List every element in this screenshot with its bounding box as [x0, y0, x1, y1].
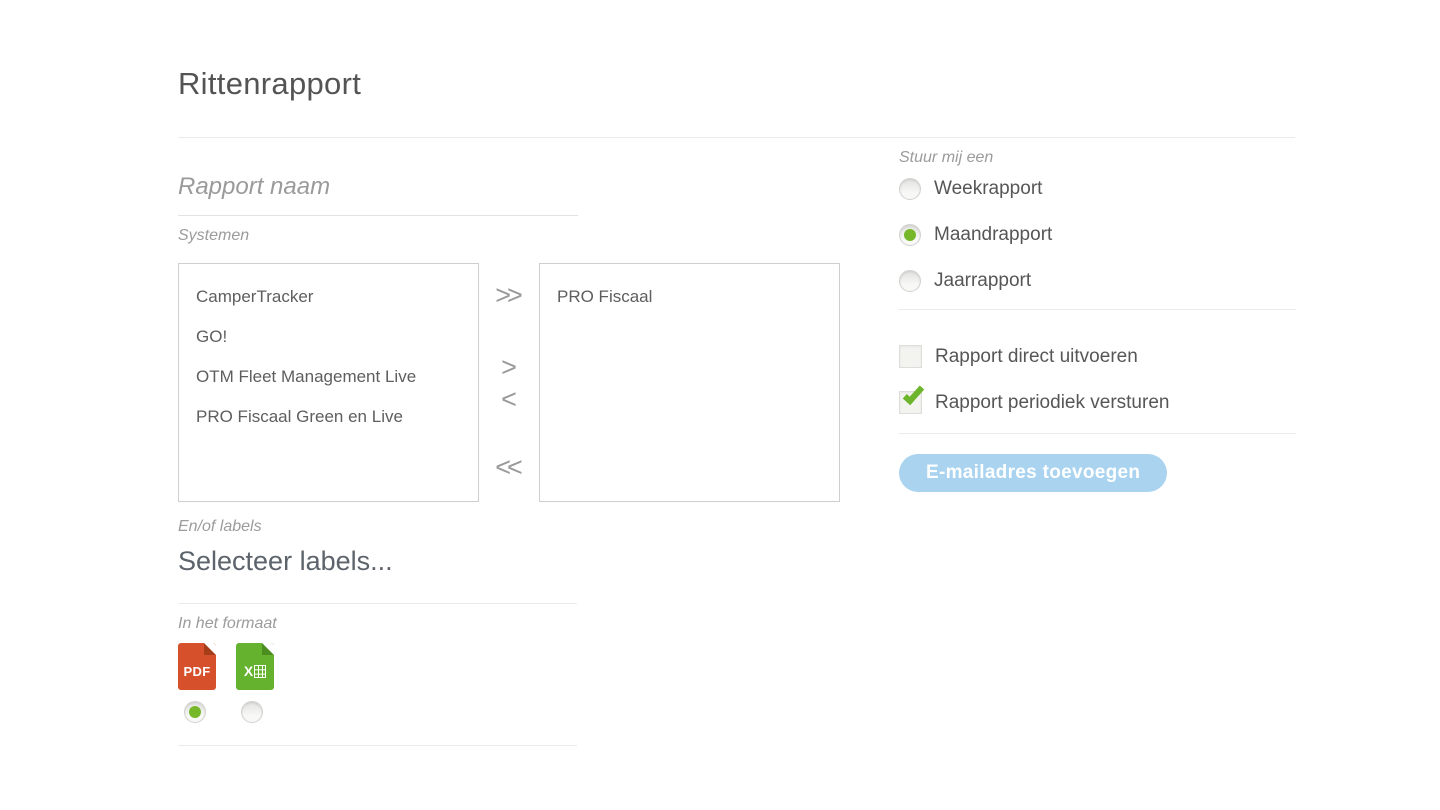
pdf-file-icon[interactable]: PDF	[178, 643, 216, 690]
checkbox-row-periodiek-versturen[interactable]: Rapport periodiek versturen	[899, 391, 1169, 414]
add-email-button[interactable]: E-mailadres toevoegen	[899, 454, 1167, 492]
list-item[interactable]: OTM Fleet Management Live	[179, 357, 478, 397]
available-systems-list[interactable]: CamperTracker GO! OTM Fleet Management L…	[178, 263, 479, 502]
pdf-badge-text: PDF	[184, 664, 211, 679]
radio-label: Jaarrapport	[934, 270, 1031, 292]
divider	[178, 745, 577, 746]
list-item[interactable]: CamperTracker	[179, 277, 478, 317]
labels-select-dropdown[interactable]: Selecteer labels...	[178, 546, 393, 577]
move-right-button[interactable]: >	[480, 352, 538, 383]
radio-row-weekrapport[interactable]: Weekrapport	[899, 178, 1042, 200]
divider	[178, 603, 577, 604]
move-left-button[interactable]: <	[480, 384, 538, 415]
spreadsheet-grid-icon	[254, 665, 266, 678]
checkmark-icon	[903, 383, 924, 405]
excel-file-icon[interactable]: X	[236, 643, 274, 690]
move-all-right-button[interactable]: >>	[480, 280, 538, 311]
radio-label: Maandrapport	[934, 224, 1052, 246]
divider	[178, 137, 1295, 138]
selected-systems-list[interactable]: PRO Fiscaal	[539, 263, 840, 502]
radio-maandrapport[interactable]	[899, 224, 921, 246]
schedule-label: Stuur mij een	[899, 149, 993, 167]
divider	[899, 309, 1296, 310]
format-radio-excel[interactable]	[241, 701, 263, 723]
excel-glyph: X	[244, 664, 266, 678]
radio-row-maandrapport[interactable]: Maandrapport	[899, 224, 1052, 246]
divider	[899, 433, 1296, 434]
page-title: Rittenrapport	[178, 66, 361, 102]
checkbox-row-direct-uitvoeren[interactable]: Rapport direct uitvoeren	[899, 345, 1138, 368]
list-item[interactable]: GO!	[179, 317, 478, 357]
checkbox-direct-uitvoeren[interactable]	[899, 345, 922, 368]
report-name-input[interactable]	[178, 158, 578, 216]
checkbox-label: Rapport periodiek versturen	[935, 392, 1169, 414]
systems-label: Systemen	[178, 227, 249, 245]
radio-row-jaarrapport[interactable]: Jaarrapport	[899, 270, 1031, 292]
radio-weekrapport[interactable]	[899, 178, 921, 200]
format-radio-pdf[interactable]	[184, 701, 206, 723]
checkbox-periodiek-versturen[interactable]	[899, 391, 922, 414]
page-fold	[262, 643, 274, 655]
labels-section-label: En/of labels	[178, 518, 262, 536]
list-item[interactable]: PRO Fiscaal Green en Live	[179, 397, 478, 437]
radio-label: Weekrapport	[934, 178, 1042, 200]
checkbox-label: Rapport direct uitvoeren	[935, 346, 1138, 368]
rittenrapport-form: Rittenrapport Systemen CamperTracker GO!…	[0, 0, 1440, 810]
format-label: In het formaat	[178, 615, 277, 633]
page-fold	[204, 643, 216, 655]
radio-jaarrapport[interactable]	[899, 270, 921, 292]
list-item[interactable]: PRO Fiscaal	[540, 277, 839, 317]
move-all-left-button[interactable]: <<	[480, 452, 538, 483]
